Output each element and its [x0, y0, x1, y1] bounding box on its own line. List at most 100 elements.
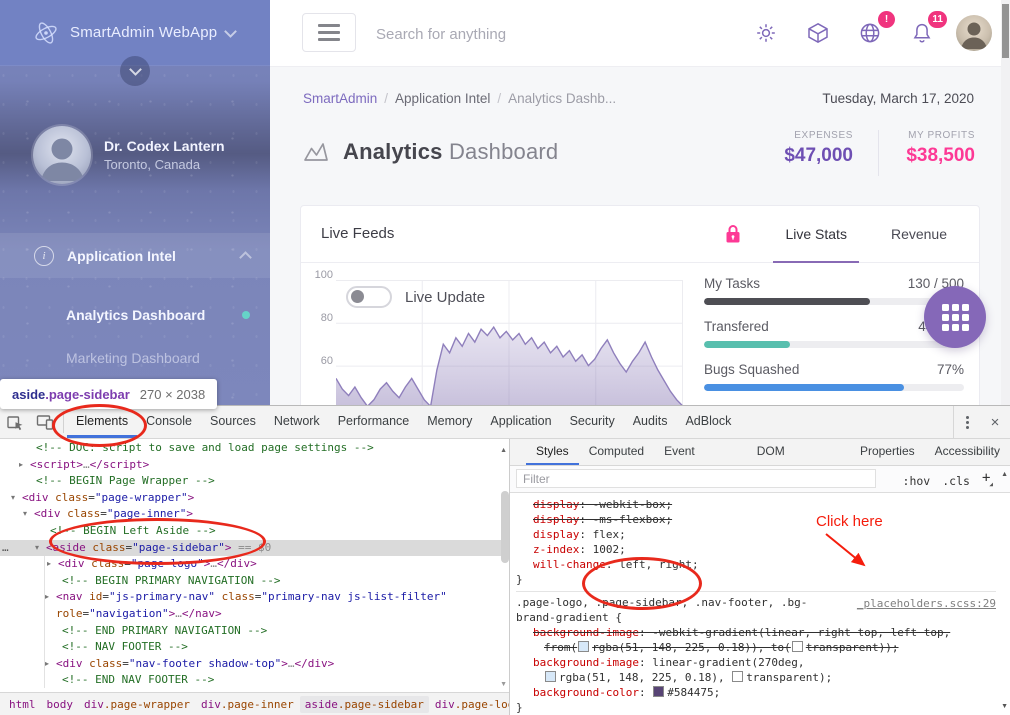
more-options-icon[interactable]: [953, 406, 980, 438]
devtools-tab-security[interactable]: Security: [561, 406, 624, 438]
styles-tab-accessibility[interactable]: Accessibility: [925, 439, 1010, 465]
apps-cube-icon[interactable]: [800, 15, 836, 51]
styles-scroll-down-icon[interactable]: ▼: [1001, 703, 1008, 710]
color-swatch[interactable]: [545, 671, 556, 682]
devtools-tab-adblock[interactable]: AdBlock: [676, 406, 740, 438]
css-property[interactable]: display: flex;: [516, 527, 996, 542]
code-token: z-index: [533, 543, 579, 556]
devtools-tab-elements[interactable]: Elements: [67, 406, 137, 438]
dom-tree-node[interactable]: <!-- END PRIMARY NAVIGATION -->: [0, 623, 509, 640]
close-devtools-icon[interactable]: ×: [980, 406, 1010, 438]
dom-tree-node[interactable]: ▸<div class="page-logo">…</div>: [0, 556, 509, 573]
device-toolbar-icon[interactable]: [30, 406, 60, 438]
dom-tree-node[interactable]: <!-- BEGIN Page Wrapper -->: [0, 473, 509, 490]
css-property[interactable]: rgba(51, 148, 225, 0.18), transparent);: [516, 670, 996, 685]
styles-tab-event-listeners[interactable]: Event Listeners: [654, 439, 747, 465]
dom-tree-node[interactable]: <!-- DOC: script to save and load page s…: [0, 440, 509, 457]
user-avatar[interactable]: [956, 15, 992, 51]
breadcrumb-separator: /: [384, 91, 388, 106]
color-swatch[interactable]: [578, 641, 589, 652]
dom-tree-node[interactable]: ▾<div class="page-inner">: [0, 506, 509, 523]
rule-selector[interactable]: _placeholders.scss:29.page-logo, .page-s…: [516, 595, 996, 625]
css-property[interactable]: background-image: linear-gradient(270deg…: [516, 655, 996, 670]
styles-tab-dom-breakpoints[interactable]: DOM Breakpoints: [747, 439, 850, 465]
rule-close-brace: }: [516, 572, 996, 587]
dom-tree-node[interactable]: ▾<div class="page-wrapper">: [0, 490, 509, 507]
styles-tab-properties[interactable]: Properties: [850, 439, 925, 465]
notifications-bell-icon[interactable]: 11: [904, 15, 940, 51]
dom-crumb[interactable]: div.page-logo: [430, 696, 509, 713]
expand-arrow-icon[interactable]: ▸: [45, 589, 49, 606]
dom-crumb[interactable]: aside.page-sidebar: [300, 696, 429, 713]
language-globe-icon[interactable]: !: [852, 15, 888, 51]
css-property[interactable]: display: -webkit-box;: [516, 497, 996, 512]
app-grid-button[interactable]: [924, 286, 986, 348]
css-property[interactable]: from(rgba(51, 148, 225, 0.18)), to(trans…: [516, 640, 996, 655]
dom-crumb[interactable]: div.page-wrapper: [79, 696, 195, 713]
browser-scrollbar[interactable]: [1001, 0, 1010, 405]
dom-tree-node[interactable]: <!-- NAV FOOTER -->: [0, 639, 509, 656]
elements-scrollbar-thumb[interactable]: [501, 491, 509, 563]
top-header: ! 11: [270, 0, 1010, 67]
expand-arrow-icon[interactable]: ▸: [47, 556, 51, 573]
hover-state-button[interactable]: :hov: [903, 468, 931, 494]
dom-tree-node[interactable]: ▸<nav id="js-primary-nav" class="primary…: [0, 589, 509, 606]
devtools-tab-network[interactable]: Network: [265, 406, 329, 438]
css-property[interactable]: will-change: left, right;: [516, 557, 996, 572]
color-swatch[interactable]: [653, 686, 664, 697]
scroll-up-icon[interactable]: ▲: [500, 447, 507, 454]
dom-tree-node[interactable]: <!-- BEGIN PRIMARY NAVIGATION -->: [0, 573, 509, 590]
scroll-down-icon[interactable]: ▼: [500, 681, 507, 688]
breadcrumb-item[interactable]: SmartAdmin: [303, 91, 377, 106]
dom-crumb[interactable]: div.page-inner: [196, 696, 299, 713]
sidebar-collapse-button[interactable]: [120, 56, 150, 86]
css-property[interactable]: display: -ms-flexbox;: [516, 512, 996, 527]
expand-arrow-icon[interactable]: ▸: [45, 656, 49, 673]
source-link[interactable]: _placeholders.scss:29: [857, 596, 996, 611]
dom-tree-node[interactable]: <!-- END NAV FOOTER -->: [0, 672, 509, 689]
code-token: aside: [305, 698, 338, 711]
dom-tree-node[interactable]: <!-- BEGIN Left Aside -->: [0, 523, 509, 540]
sidebar-item-marketing-dashboard[interactable]: Marketing Dashboard: [0, 340, 270, 376]
stat-value: 77%: [937, 362, 964, 377]
devtools-tab-performance[interactable]: Performance: [329, 406, 419, 438]
dom-tree-node[interactable]: ▸<div class="nav-footer shadow-top">…</d…: [0, 656, 509, 673]
dom-crumb[interactable]: html: [4, 696, 41, 713]
class-toggle-button[interactable]: .cls: [942, 468, 970, 494]
styles-tab-computed[interactable]: Computed: [579, 439, 654, 465]
css-property[interactable]: z-index: 1002;: [516, 542, 996, 557]
dom-tree-node[interactable]: …▾<aside class="page-sidebar"> == $0: [0, 540, 509, 557]
dom-crumb[interactable]: body: [42, 696, 79, 713]
css-property[interactable]: background-color: #584475;: [516, 685, 996, 700]
scrollbar-thumb[interactable]: [1002, 4, 1009, 58]
color-swatch[interactable]: [792, 641, 803, 652]
live-update-toggle[interactable]: Live Update: [346, 286, 485, 308]
tab-revenue[interactable]: Revenue: [869, 206, 969, 262]
devtools-tab-audits[interactable]: Audits: [624, 406, 677, 438]
dom-tree-node[interactable]: role="navigation">…</nav>: [0, 606, 509, 623]
styles-tab-styles[interactable]: Styles: [526, 439, 579, 465]
sidebar-user-info[interactable]: Dr. Codex Lantern Toronto, Canada: [33, 126, 225, 184]
dom-tree-node[interactable]: ▸<script>…</script>: [0, 457, 509, 474]
search-input[interactable]: [374, 16, 668, 52]
expand-arrow-icon[interactable]: ▸: [19, 457, 23, 474]
devtools-tab-memory[interactable]: Memory: [418, 406, 481, 438]
settings-gear-icon[interactable]: [748, 15, 784, 51]
devtools-tab-application[interactable]: Application: [481, 406, 560, 438]
inspect-element-icon[interactable]: [0, 406, 30, 438]
styles-filter-input[interactable]: [516, 469, 876, 488]
tab-live-stats[interactable]: Live Stats: [763, 206, 868, 262]
styles-scroll-up-icon[interactable]: ▲: [1001, 471, 1008, 478]
sidebar-item-application-intel[interactable]: iApplication Intel: [0, 233, 270, 278]
color-swatch[interactable]: [732, 671, 743, 682]
collapse-arrow-icon[interactable]: ▾: [35, 540, 39, 557]
devtools-tab-sources[interactable]: Sources: [201, 406, 265, 438]
collapse-arrow-icon[interactable]: ▾: [11, 490, 15, 507]
sidebar-item-analytics-dashboard[interactable]: Analytics Dashboard: [0, 297, 270, 333]
css-property[interactable]: background-image: -webkit-gradient(linea…: [516, 625, 996, 640]
menu-toggle-button[interactable]: [302, 13, 356, 52]
collapse-arrow-icon[interactable]: ▾: [23, 506, 27, 523]
lock-icon[interactable]: [725, 224, 741, 244]
devtools-tab-console[interactable]: Console: [137, 406, 201, 438]
new-style-rule-button[interactable]: +◢: [982, 465, 994, 494]
